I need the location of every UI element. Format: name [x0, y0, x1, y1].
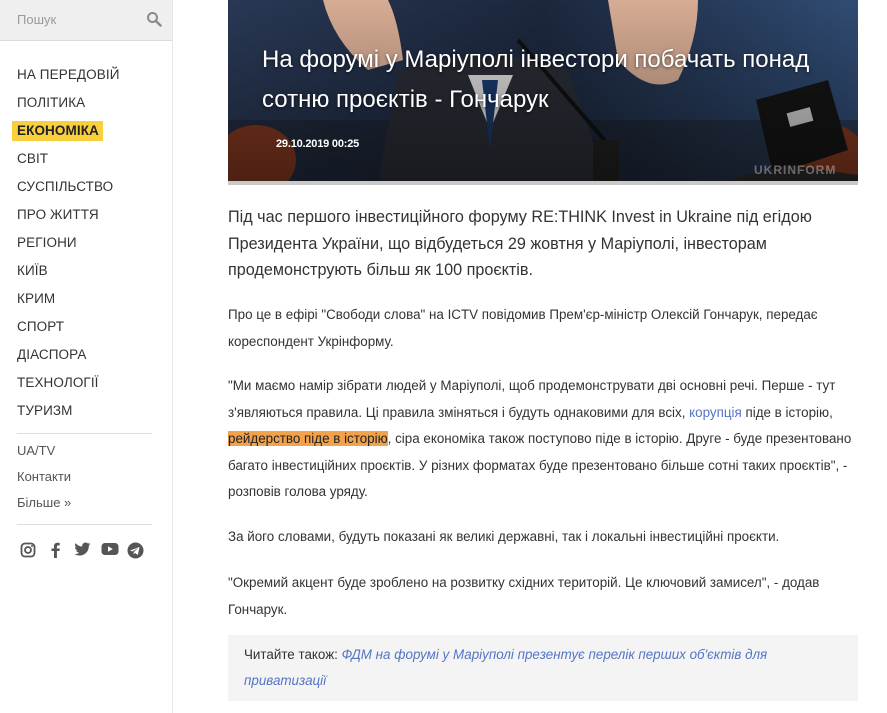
- nav-item-label: ТУРИЗМ: [17, 403, 73, 418]
- nav-divider: [17, 433, 152, 434]
- nav-item-regions[interactable]: РЕГІОНИ: [0, 232, 172, 260]
- nav-item-tourism[interactable]: ТУРИЗМ: [0, 400, 172, 428]
- facebook-icon[interactable]: [50, 542, 62, 558]
- article-paragraph: "Окремий акцент буде зроблено на розвитк…: [228, 575, 820, 617]
- nav-item-label: ЕКОНОМІКА: [12, 121, 103, 141]
- nav-item-world[interactable]: СВІТ: [0, 148, 172, 176]
- read-also-label: Читайте також:: [244, 647, 342, 662]
- highlighted-text: рейдерство піде в історію: [228, 431, 388, 446]
- read-also-box: Читайте також: ФДМ на форумі у Маріуполі…: [228, 635, 858, 701]
- sidebar: НА ПЕРЕДОВІЙ ПОЛІТИКА ЕКОНОМІКА СВІТ СУС…: [0, 0, 173, 713]
- hero-image: На форумі у Маріуполі інвестори побачать…: [228, 0, 858, 185]
- search-bar: [0, 0, 172, 41]
- nav-item-label: КИЇВ: [17, 263, 48, 278]
- nav-item-kyiv[interactable]: КИЇВ: [0, 260, 172, 288]
- contacts-link[interactable]: Контакти: [17, 469, 71, 484]
- nav-item-society[interactable]: СУСПІЛЬСТВО: [0, 176, 172, 204]
- nav-item-crimea[interactable]: КРИМ: [0, 288, 172, 316]
- article-paragraph: За його словами, будуть показані як вели…: [228, 529, 780, 544]
- twitter-icon[interactable]: [74, 542, 91, 557]
- nav-item-diaspora[interactable]: ДІАСПОРА: [0, 344, 172, 372]
- photo-watermark: UKRINFORM: [754, 163, 837, 177]
- article-date: 29.10.2019 00:25: [276, 138, 360, 150]
- telegram-icon[interactable]: [127, 542, 144, 559]
- nav-item-label: ПОЛІТИКА: [17, 95, 86, 110]
- article-lead: Під час першого інвестиційного форуму RE…: [228, 208, 812, 279]
- nav-item-life[interactable]: ПРО ЖИТТЯ: [0, 204, 172, 232]
- nav-item-label: СУСПІЛЬСТВО: [17, 179, 114, 194]
- search-input[interactable]: [0, 0, 157, 38]
- paragraph-text: піде в історію,: [741, 404, 833, 420]
- nav-item-label: ДІАСПОРА: [17, 347, 87, 362]
- nav-item-label: РЕГІОНИ: [17, 235, 77, 250]
- nav-item-label: ТЕХНОЛОГІЇ: [17, 375, 99, 390]
- nav-item-label: КРИМ: [17, 291, 56, 306]
- nav-item-label: СВІТ: [17, 151, 49, 166]
- nav-item-label: НА ПЕРЕДОВІЙ: [17, 67, 120, 82]
- uatv-link[interactable]: UA/TV: [17, 443, 55, 458]
- article-paragraph: Про це в ефірі "Свободи слова" на ICTV п…: [228, 307, 818, 349]
- nav-item-front[interactable]: НА ПЕРЕДОВІЙ: [0, 64, 172, 92]
- nav-item-label: СПОРТ: [17, 319, 65, 334]
- nav-item-politics[interactable]: ПОЛІТИКА: [0, 92, 172, 120]
- main-nav: НА ПЕРЕДОВІЙ ПОЛІТИКА ЕКОНОМІКА СВІТ СУС…: [0, 64, 172, 428]
- nav-divider: [17, 524, 152, 525]
- article-title: На форумі у Маріуполі інвестори побачать…: [262, 46, 810, 113]
- nav-item-sport[interactable]: СПОРТ: [0, 316, 172, 344]
- read-also-text: Читайте також: ФДМ на форумі у Маріуполі…: [244, 642, 834, 694]
- more-link[interactable]: Більше »: [17, 495, 71, 510]
- nav-item-technology[interactable]: ТЕХНОЛОГІЇ: [0, 372, 172, 400]
- youtube-icon[interactable]: [101, 542, 119, 556]
- instagram-icon[interactable]: [20, 542, 36, 558]
- nav-item-economy[interactable]: ЕКОНОМІКА: [0, 120, 172, 148]
- corruption-link[interactable]: корупція: [689, 405, 742, 420]
- nav-item-label: ПРО ЖИТТЯ: [17, 207, 99, 222]
- article-paragraph-quote: "Ми маємо намір зібрати людей у Маріупол…: [228, 373, 853, 506]
- search-icon[interactable]: [146, 11, 162, 27]
